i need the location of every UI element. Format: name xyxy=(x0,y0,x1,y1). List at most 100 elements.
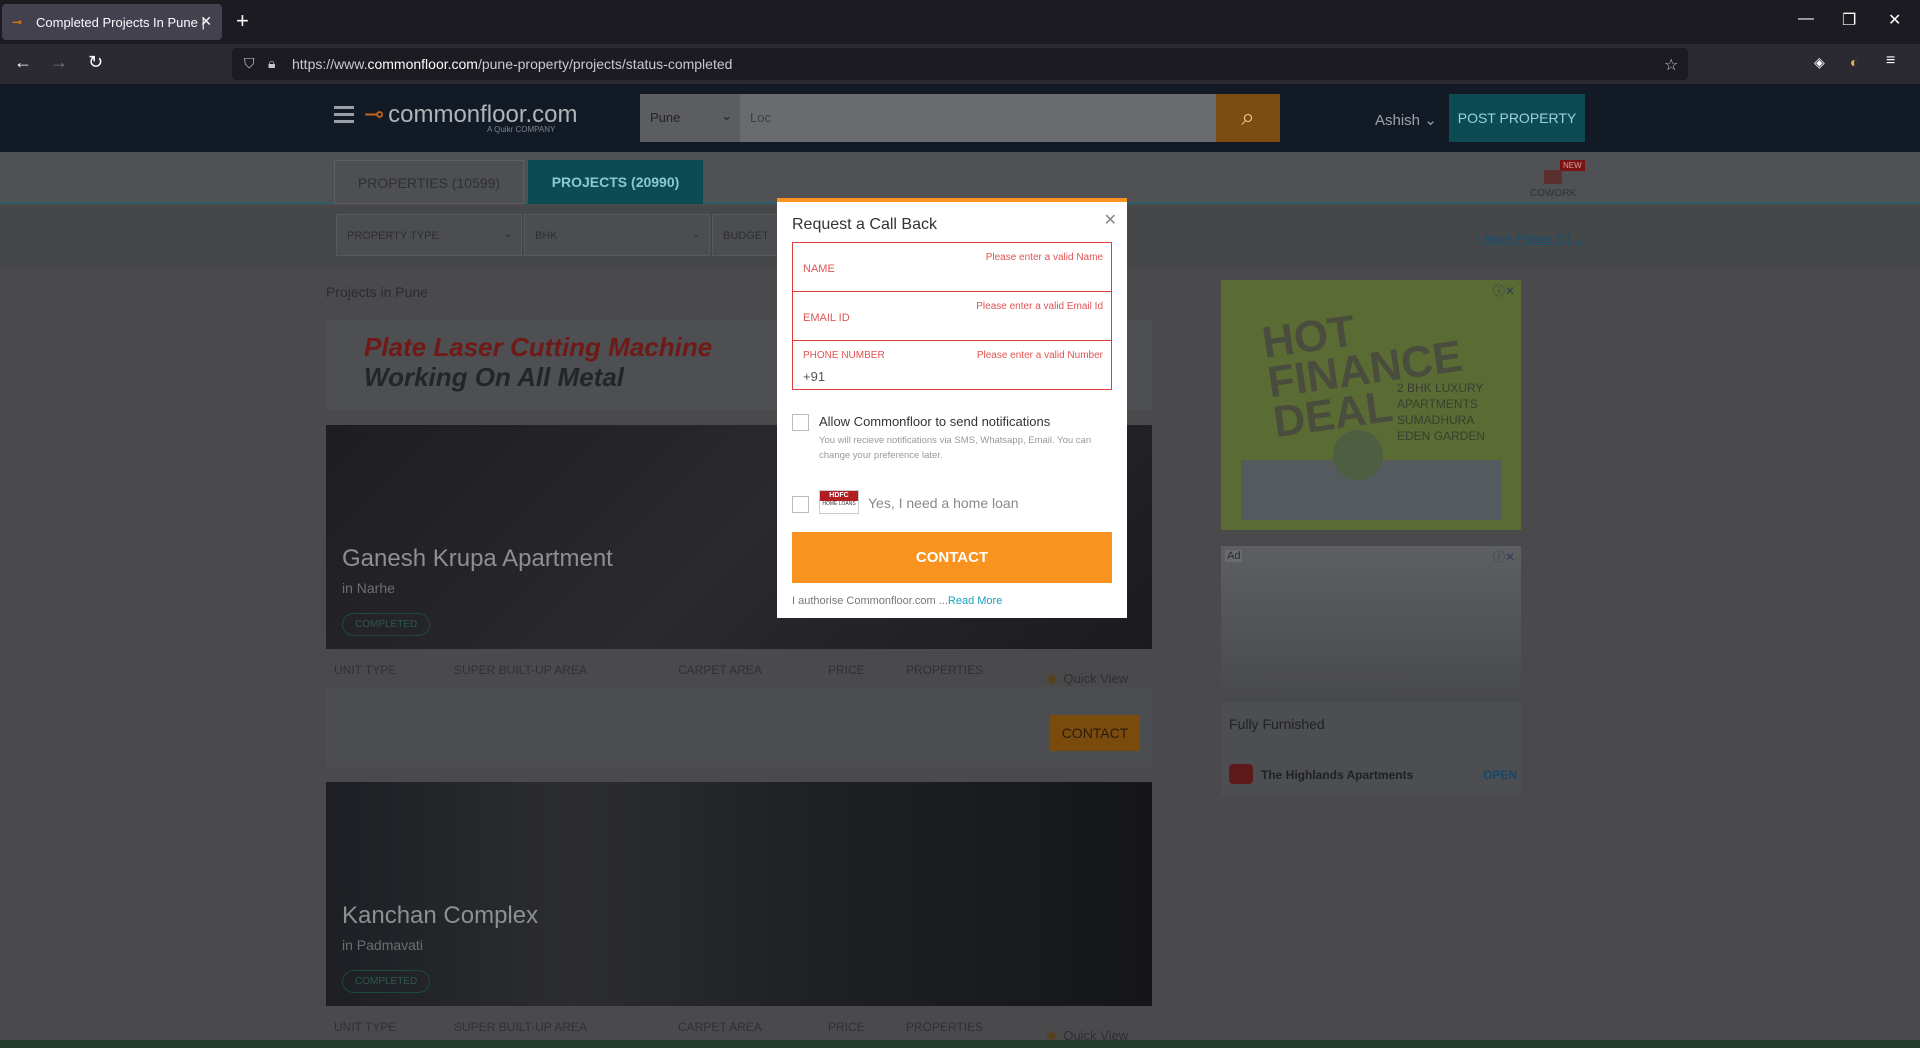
ad-caption: Fully Furnished xyxy=(1229,716,1325,732)
url-domain: commonfloor.com xyxy=(367,56,478,72)
email-field[interactable]: EMAIL ID Please enter a valid Email Id xyxy=(792,291,1112,341)
pocket-icon[interactable]: ◈ xyxy=(1814,54,1825,71)
user-name: Ashish xyxy=(1375,112,1421,129)
name-field[interactable]: NAME Please enter a valid Name xyxy=(792,242,1112,292)
ad-close-icon[interactable]: ⓘ✕ xyxy=(1493,282,1515,299)
notifications-checkbox[interactable] xyxy=(792,414,809,431)
restore-icon[interactable]: ❐ xyxy=(1842,10,1856,30)
close-tab-icon[interactable]: ✕ xyxy=(200,13,212,30)
column-header: CARPET AREA xyxy=(678,1020,762,1034)
status-badge: COMPLETED xyxy=(342,613,431,636)
apartment-ad[interactable]: Ad ⓘ✕ Fully Furnished The Highlands Apar… xyxy=(1221,546,1521,796)
window-close-icon[interactable]: ✕ xyxy=(1888,10,1901,30)
read-more-link[interactable]: Read More xyxy=(948,595,1002,607)
hamburger-menu-icon[interactable] xyxy=(334,106,354,124)
lock-icon[interactable]: 🔒︎ xyxy=(268,55,275,72)
search-input[interactable]: Loc xyxy=(740,94,1216,142)
more-filters-label: More Filters (1) xyxy=(1484,232,1571,246)
modal-contact-button[interactable]: CONTACT xyxy=(792,532,1112,583)
ad-close-icon[interactable]: ⓘ✕ xyxy=(1493,548,1515,565)
cowork-icon xyxy=(1544,170,1563,184)
chevron-down-icon: ⌄ xyxy=(503,228,513,240)
bhk-filter[interactable]: BHK ⌄ xyxy=(524,214,710,256)
filter-label: PROPERTY TYPE xyxy=(347,230,439,242)
user-menu[interactable]: Ashish ⌄ xyxy=(1375,111,1437,129)
name-error: Please enter a valid Name xyxy=(985,252,1103,263)
email-error: Please enter a valid Email Id xyxy=(976,301,1103,312)
phone-field[interactable]: PHONE NUMBER Please enter a valid Number… xyxy=(792,340,1112,390)
quick-view-link[interactable]: ◉ Quick View xyxy=(1046,671,1128,687)
cowork-link[interactable]: COWORK xyxy=(1530,170,1576,199)
section-title: Projects in Pune xyxy=(326,284,428,300)
column-header: PRICE xyxy=(828,663,865,677)
eye-icon: ◉ xyxy=(1046,671,1058,686)
project-image[interactable] xyxy=(326,782,1152,1006)
browser-nav-bar: ← → ↻ ⛉ 🔒︎ https://www. commonfloor.com/p… xyxy=(0,44,1920,84)
post-property-button[interactable]: POST PROPERTY xyxy=(1449,94,1585,142)
menu-icon[interactable]: ≡ xyxy=(1886,52,1895,70)
shield-icon[interactable]: ⛉ xyxy=(244,55,255,72)
search-button[interactable]: ⌕ xyxy=(1216,94,1280,142)
chevron-down-icon: ⌄ xyxy=(691,228,701,240)
column-header: PRICE xyxy=(828,1020,865,1034)
filter-label: BHK xyxy=(535,230,558,242)
modal-close-icon[interactable]: ✕ xyxy=(1104,210,1117,230)
search-icon: ⌕ xyxy=(1241,104,1255,131)
name-label: NAME xyxy=(803,263,835,275)
project-name[interactable]: Kanchan Complex xyxy=(342,902,538,930)
eden-garden-emblem-icon xyxy=(1333,430,1383,480)
extension-icon[interactable]: ◐ xyxy=(1850,54,1858,70)
more-filters-link[interactable]: • More Filters (1) ⌄ xyxy=(1477,232,1584,246)
address-bar[interactable]: ⛉ 🔒︎ https://www. commonfloor.com/pune-pr… xyxy=(232,48,1688,80)
home-loan-checkbox[interactable] xyxy=(792,496,809,513)
modal-title: Request a Call Back xyxy=(792,216,937,233)
city-select[interactable]: Pune ⌄ xyxy=(640,94,740,142)
reload-icon[interactable]: ↻ xyxy=(88,52,103,73)
phone-prefix: +91 xyxy=(803,369,826,384)
ad-headline: Plate Laser Cutting Machine xyxy=(364,332,713,362)
site-header: ⊸ commonfloor.com A Quikr COMPANY Pune ⌄ … xyxy=(0,84,1920,152)
authorise-label: I authorise Commonfloor.com ... xyxy=(792,595,948,607)
key-logo-icon: ⊸ xyxy=(364,101,385,128)
contact-button[interactable]: CONTACT xyxy=(1050,715,1140,751)
callback-modal: Request a Call Back ✕ NAME Please enter … xyxy=(777,198,1127,618)
ad-brand: The Highlands Apartments xyxy=(1261,768,1414,782)
chevron-down-icon: ⌄ xyxy=(721,108,732,123)
property-type-filter[interactable]: PROPERTY TYPE ⌄ xyxy=(336,214,522,256)
browser-tab[interactable]: ⊸ Completed Projects In Pune | Co ✕ xyxy=(2,4,222,40)
column-header: CARPET AREA xyxy=(678,663,762,677)
ad-open-button[interactable]: OPEN xyxy=(1483,768,1517,782)
logo-subtitle: A Quikr COMPANY xyxy=(487,125,556,134)
phone-label: PHONE NUMBER xyxy=(803,350,885,361)
forward-icon[interactable]: → xyxy=(50,52,68,73)
column-header: UNIT TYPE xyxy=(334,663,397,677)
project-name[interactable]: Ganesh Krupa Apartment xyxy=(342,545,613,573)
table-header: UNIT TYPE SUPER BUILT-UP AREA CARPET ARE… xyxy=(326,1020,1152,1040)
column-header: SUPER BUILT-UP AREA xyxy=(454,663,587,677)
home-loan-label: Yes, I need a home loan xyxy=(868,495,1019,511)
back-icon[interactable]: ← xyxy=(14,52,32,73)
bookmark-star-icon[interactable]: ☆ xyxy=(1664,55,1678,75)
tab-properties[interactable]: PROPERTIES (10599) xyxy=(334,160,524,204)
highlands-logo-icon xyxy=(1229,764,1253,784)
city-value: Pune xyxy=(650,110,681,125)
notifications-subtext: You will recieve notifications via SMS, … xyxy=(819,435,1092,461)
web-page: ⊸ commonfloor.com A Quikr COMPANY Pune ⌄ … xyxy=(0,84,1920,1048)
email-label: EMAIL ID xyxy=(803,312,850,324)
url-prefix: https://www. xyxy=(292,56,368,72)
url-path: /pune-property/projects/status-completed xyxy=(477,56,733,72)
listing-tabs: PROPERTIES (10599) PROJECTS (20990) NEW … xyxy=(0,152,1920,204)
budget-filter[interactable]: BUDGET xyxy=(712,214,778,256)
quick-view-label: Quick View xyxy=(1063,671,1129,686)
minimize-icon[interactable]: — xyxy=(1798,10,1814,28)
new-tab-icon[interactable]: + xyxy=(236,8,249,34)
logo-text: commonfloor.com xyxy=(388,101,578,128)
status-badge: COMPLETED xyxy=(342,970,431,993)
table-header: UNIT TYPE SUPER BUILT-UP AREA CARPET ARE… xyxy=(326,663,1152,683)
apartment-photo xyxy=(1221,546,1521,702)
finance-ad[interactable]: HOT FINANCE DEAL 2 BHK LUXURY APARTMENTS… xyxy=(1221,280,1521,530)
cowork-label: COWORK xyxy=(1530,188,1577,199)
tab-projects[interactable]: PROJECTS (20990) xyxy=(528,160,703,204)
project-details xyxy=(326,687,1152,767)
ad-project-text: 2 BHK LUXURY APARTMENTS SUMADHURA EDEN G… xyxy=(1397,381,1486,443)
